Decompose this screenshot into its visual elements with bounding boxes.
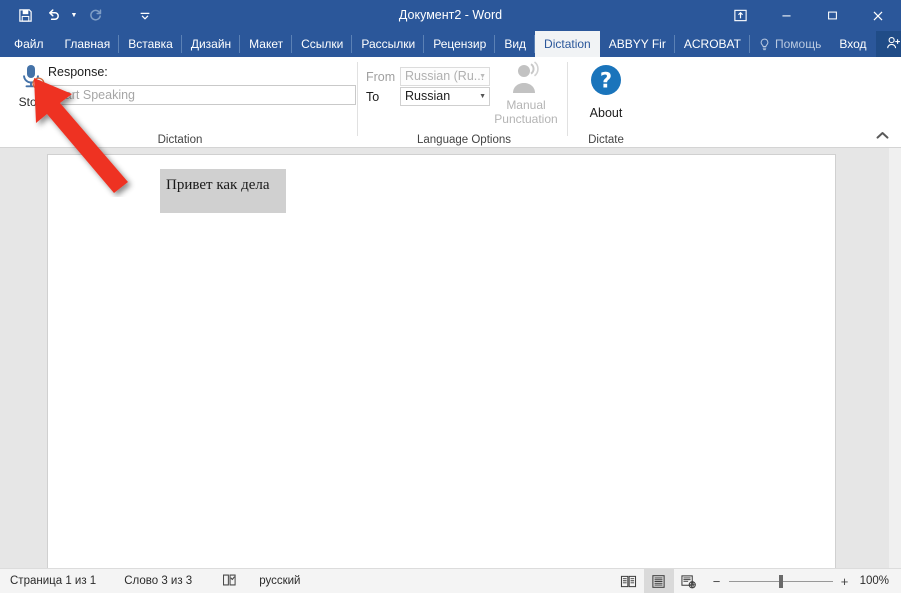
proofing-status[interactable] bbox=[202, 573, 247, 590]
tab-insert[interactable]: Вставка bbox=[119, 31, 182, 57]
web-layout-icon[interactable] bbox=[674, 569, 704, 593]
vertical-scrollbar[interactable] bbox=[889, 148, 901, 568]
tab-layout[interactable]: Макет bbox=[240, 31, 293, 57]
dictation-stop-label: Stop bbox=[18, 95, 44, 109]
lightbulb-icon bbox=[759, 38, 770, 51]
dictation-stop-button[interactable]: Stop bbox=[10, 62, 52, 124]
page-indicator[interactable]: Страница 1 из 1 bbox=[0, 575, 106, 587]
zoom-level[interactable]: 100% bbox=[860, 575, 901, 587]
person-speaking-icon bbox=[508, 61, 544, 98]
ribbon: Stop Response: Dictation From Russian (R… bbox=[0, 57, 901, 148]
document-area: Привет как дела OS Helper bbox=[0, 148, 901, 568]
zoom-control: − + bbox=[704, 574, 860, 589]
print-layout-icon[interactable] bbox=[643, 568, 674, 593]
group-label-dictate: Dictate bbox=[588, 134, 624, 146]
ribbon-group-language-options: From Russian (Ru... ▼ To Russian ▼ Manua… bbox=[360, 57, 568, 148]
group-separator bbox=[357, 62, 358, 136]
chevron-down-icon: ▼ bbox=[479, 73, 486, 80]
group-separator bbox=[567, 62, 568, 136]
manual-punctuation-label: Manual Punctuation bbox=[494, 98, 558, 126]
zoom-in-button[interactable]: + bbox=[840, 574, 850, 589]
to-language-combo[interactable]: Russian ▼ bbox=[400, 87, 490, 106]
about-label: About bbox=[589, 106, 623, 120]
share-person-icon bbox=[886, 36, 901, 53]
word-count[interactable]: Слово 3 из 3 bbox=[106, 575, 202, 587]
tab-file[interactable]: Файл bbox=[0, 31, 56, 57]
sign-in-button[interactable]: Вход bbox=[830, 31, 875, 57]
word-window: ▼ Документ2 - Word Файл Главная Вставка … bbox=[0, 0, 901, 593]
window-controls bbox=[717, 0, 901, 31]
minimize-icon[interactable] bbox=[763, 0, 809, 31]
tab-abbyy-finereader[interactable]: ABBYY Fir bbox=[600, 31, 676, 57]
tab-dictation[interactable]: Dictation bbox=[535, 31, 600, 57]
tab-design[interactable]: Дизайн bbox=[182, 31, 241, 57]
ribbon-options-icon[interactable] bbox=[717, 0, 763, 31]
help-question-icon: ? bbox=[589, 63, 623, 102]
document-page[interactable]: Привет как дела bbox=[47, 154, 836, 568]
tab-strip-right: Вход Общий доступ bbox=[830, 31, 901, 57]
status-bar: Страница 1 из 1 Слово 3 из 3 русский − +… bbox=[0, 568, 901, 593]
tab-mailings[interactable]: Рассылки bbox=[352, 31, 425, 57]
title-bar: ▼ Документ2 - Word bbox=[0, 0, 901, 31]
manual-punctuation-button: Manual Punctuation bbox=[486, 61, 566, 131]
tab-review[interactable]: Рецензир bbox=[424, 31, 496, 57]
response-label: Response: bbox=[48, 65, 108, 79]
response-input[interactable] bbox=[48, 85, 356, 105]
tab-acrobat[interactable]: ACROBAT bbox=[675, 31, 751, 57]
close-icon[interactable] bbox=[855, 0, 901, 31]
microphone-icon bbox=[16, 62, 46, 94]
status-bar-right: − + 100% bbox=[614, 568, 901, 593]
read-mode-icon[interactable] bbox=[614, 569, 644, 593]
from-language-value: Russian (Ru... bbox=[405, 69, 485, 83]
maximize-icon[interactable] bbox=[809, 0, 855, 31]
group-label-language-options: Language Options bbox=[417, 134, 511, 146]
from-label: From bbox=[366, 69, 396, 84]
proofing-icon bbox=[222, 573, 237, 590]
tell-me-label: Помощь bbox=[774, 37, 822, 51]
about-button[interactable]: ? About bbox=[578, 63, 634, 129]
chevron-down-icon: ▼ bbox=[479, 93, 486, 100]
document-text[interactable]: Привет как дела bbox=[160, 169, 286, 213]
zoom-out-button[interactable]: − bbox=[712, 574, 722, 589]
to-language-value: Russian bbox=[405, 89, 451, 103]
from-language-combo[interactable]: Russian (Ru... ▼ bbox=[400, 67, 490, 86]
tell-me-help[interactable]: Помощь bbox=[750, 31, 830, 57]
language-indicator[interactable]: русский bbox=[247, 575, 310, 587]
share-button[interactable]: Общий доступ bbox=[875, 31, 901, 57]
zoom-slider-thumb[interactable] bbox=[778, 574, 783, 588]
tab-view[interactable]: Вид bbox=[495, 31, 535, 57]
ribbon-tab-strip: Файл Главная Вставка Дизайн Макет Ссылки… bbox=[0, 31, 901, 57]
chevron-up-icon[interactable] bbox=[873, 127, 891, 143]
to-label: To bbox=[366, 89, 380, 104]
ribbon-group-dictate: ? About Dictate bbox=[570, 57, 642, 148]
zoom-slider[interactable] bbox=[728, 574, 833, 588]
tab-references[interactable]: Ссылки bbox=[292, 31, 353, 57]
to-language-row: To Russian ▼ bbox=[366, 87, 490, 106]
tab-home[interactable]: Главная bbox=[56, 31, 120, 57]
from-language-row: From Russian (Ru... ▼ bbox=[366, 67, 490, 86]
group-label-dictation: Dictation bbox=[157, 134, 203, 146]
svg-text:?: ? bbox=[600, 69, 612, 93]
ribbon-group-dictation: Stop Response: Dictation bbox=[2, 57, 358, 148]
